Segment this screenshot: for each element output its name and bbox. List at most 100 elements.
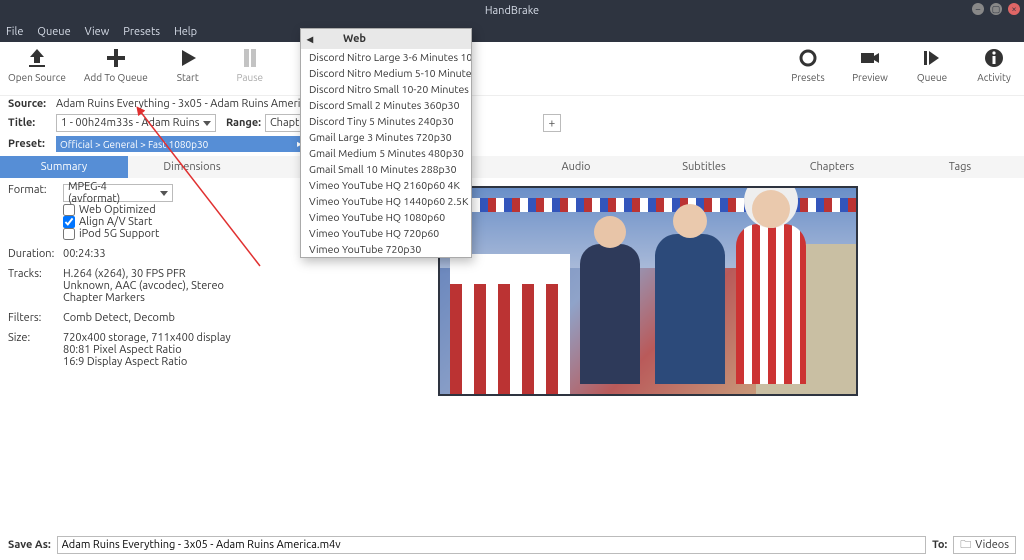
plus-icon (104, 46, 128, 70)
maximize-button[interactable]: ▢ (990, 3, 1002, 15)
preview-label: Preview (852, 72, 888, 83)
popup-item[interactable]: Gmail Large 3 Minutes 720p30 (301, 129, 471, 145)
popup-item[interactable]: Discord Nitro Small 10-20 Minutes 480p30 (301, 81, 471, 97)
presets-button[interactable]: Presets (786, 46, 830, 83)
play-icon (176, 46, 200, 70)
queue-button[interactable]: Queue (910, 46, 954, 83)
pause-label: Pause (236, 72, 263, 83)
title-select-value: 1 - 00h24m33s - Adam Ruins Everythi… (61, 117, 199, 129)
pause-button[interactable]: Pause (228, 46, 272, 83)
queue-label: Queue (917, 72, 947, 83)
preset-row: Preset: Official > General > Fast 1080p3… (0, 134, 1024, 154)
popup-title: Web (343, 33, 366, 45)
tab-dimensions[interactable]: Dimensions (128, 156, 256, 178)
preset-label: Preset: (8, 138, 52, 150)
to-button[interactable]: 🗀 Videos (953, 536, 1016, 554)
add-to-queue-button[interactable]: Add To Queue (84, 46, 148, 83)
minimize-button[interactable]: – (972, 3, 984, 15)
popup-item[interactable]: Vimeo YouTube HQ 1440p60 2.5K (301, 193, 471, 209)
preview-button[interactable]: Preview (848, 46, 892, 83)
preset-popup[interactable]: ◂ Web Discord Nitro Large 3-6 Minutes 10… (300, 28, 472, 258)
size-line-3: 16:9 Display Aspect Ratio (63, 356, 408, 368)
popup-item[interactable]: Discord Tiny 5 Minutes 240p30 (301, 113, 471, 129)
popup-item[interactable]: Vimeo YouTube 720p30 (301, 241, 471, 257)
to-value: Videos (975, 539, 1009, 551)
preset-select[interactable]: Official > General > Fast 1080p30 ▸ (56, 136, 306, 152)
open-source-label: Open Source (8, 72, 66, 83)
web-optimized-label: Web Optimized (79, 204, 156, 216)
ipod-input[interactable] (63, 228, 75, 240)
ipod-label: iPod 5G Support (79, 228, 159, 240)
tabs: Summary Dimensions Audio Subtitles Chapt… (0, 156, 1024, 178)
add-to-queue-label: Add To Queue (84, 72, 148, 83)
popup-item[interactable]: Vimeo YouTube HQ 2160p60 4K (301, 177, 471, 193)
popup-item[interactable]: Discord Nitro Large 3-6 Minutes 1080p30 (301, 49, 471, 65)
video-preview (438, 186, 858, 396)
camera-icon (858, 46, 882, 70)
saveas-input[interactable] (57, 536, 926, 554)
tab-subtitles[interactable]: Subtitles (640, 156, 768, 178)
popup-item[interactable]: Vimeo YouTube HQ 720p60 (301, 225, 471, 241)
open-source-button[interactable]: Open Source (8, 46, 66, 83)
activity-label: Activity (977, 72, 1011, 83)
web-optimized-input[interactable] (63, 204, 75, 216)
saveas-label: Save As: (8, 539, 51, 551)
menu-queue[interactable]: Queue (37, 26, 70, 38)
info-icon (982, 46, 1006, 70)
tracks-line-2: Unknown, AAC (avcodec), Stereo (63, 280, 408, 292)
summary-body: Format: MPEG-4 (avformat) Web Optimized … (0, 178, 1024, 396)
title-row: Title: 1 - 00h24m33s - Adam Ruins Everyt… (0, 112, 1024, 134)
close-button[interactable]: × (1008, 3, 1020, 15)
tab-chapters[interactable]: Chapters (768, 156, 896, 178)
pause-icon (238, 46, 262, 70)
menu-help[interactable]: Help (174, 26, 197, 38)
title-select[interactable]: 1 - 00h24m33s - Adam Ruins Everythi… (56, 114, 216, 132)
size-line-2: 80:81 Pixel Aspect Ratio (63, 344, 408, 356)
tracks-value: H.264 (x264), 30 FPS PFRUnknown, AAC (av… (63, 268, 408, 304)
tab-tags[interactable]: Tags (896, 156, 1024, 178)
align-av-label: Align A/V Start (79, 216, 152, 228)
source-label: Source: (8, 98, 52, 110)
presets-label: Presets (791, 72, 824, 83)
back-icon[interactable]: ◂ (307, 32, 313, 46)
title-label: Title: (8, 117, 52, 129)
activity-button[interactable]: Activity (972, 46, 1016, 83)
tracks-line-3: Chapter Markers (63, 292, 408, 304)
popup-item[interactable]: Gmail Small 10 Minutes 288p30 (301, 161, 471, 177)
tracks-line-1: H.264 (x264), 30 FPS PFR (63, 268, 408, 280)
popup-item[interactable]: Vimeo YouTube HQ 1080p60 (301, 209, 471, 225)
popup-item[interactable]: Gmail Medium 5 Minutes 480p30 (301, 145, 471, 161)
window-controls: – ▢ × (972, 3, 1020, 15)
tracks-label: Tracks: (8, 268, 63, 304)
menu-file[interactable]: File (6, 26, 23, 38)
menubar: File Queue View Presets Help (0, 22, 1024, 42)
titlebar: HandBrake – ▢ × (0, 0, 1024, 22)
popup-item[interactable]: Discord Small 2 Minutes 360p30 (301, 97, 471, 113)
popup-item[interactable]: Discord Nitro Medium 5-10 Minutes 720p30 (301, 65, 471, 81)
start-button[interactable]: Start (166, 46, 210, 83)
size-line-1: 720x400 storage, 711x400 display (63, 332, 408, 344)
start-label: Start (177, 72, 199, 83)
filters-value: Comb Detect, Decomb (63, 312, 408, 324)
upload-icon (25, 46, 49, 70)
popup-header[interactable]: ◂ Web (301, 29, 471, 49)
chevron-down-icon (160, 191, 168, 196)
format-select[interactable]: MPEG-4 (avformat) (63, 184, 173, 202)
size-label: Size: (8, 332, 63, 368)
menu-view[interactable]: View (85, 26, 110, 38)
gear-icon (796, 46, 820, 70)
tab-summary[interactable]: Summary (0, 156, 128, 178)
chevron-down-icon (203, 121, 211, 126)
menu-presets[interactable]: Presets (123, 26, 160, 38)
format-label: Format: (8, 184, 63, 202)
to-label: To: (932, 539, 947, 551)
format-value: MPEG-4 (avformat) (68, 181, 156, 205)
range-label: Range: (226, 117, 261, 129)
tab-audio[interactable]: Audio (512, 156, 640, 178)
toolbar: Open Source Add To Queue Start Pause Pre… (0, 42, 1024, 96)
add-preset-button[interactable]: + (543, 114, 561, 132)
duration-label: Duration: (8, 248, 63, 260)
align-av-input[interactable] (63, 216, 75, 228)
bottom-bar: Save As: To: 🗀 Videos (0, 536, 1024, 554)
source-row: Source: Adam Ruins Everything - 3x05 - A… (0, 96, 1024, 112)
